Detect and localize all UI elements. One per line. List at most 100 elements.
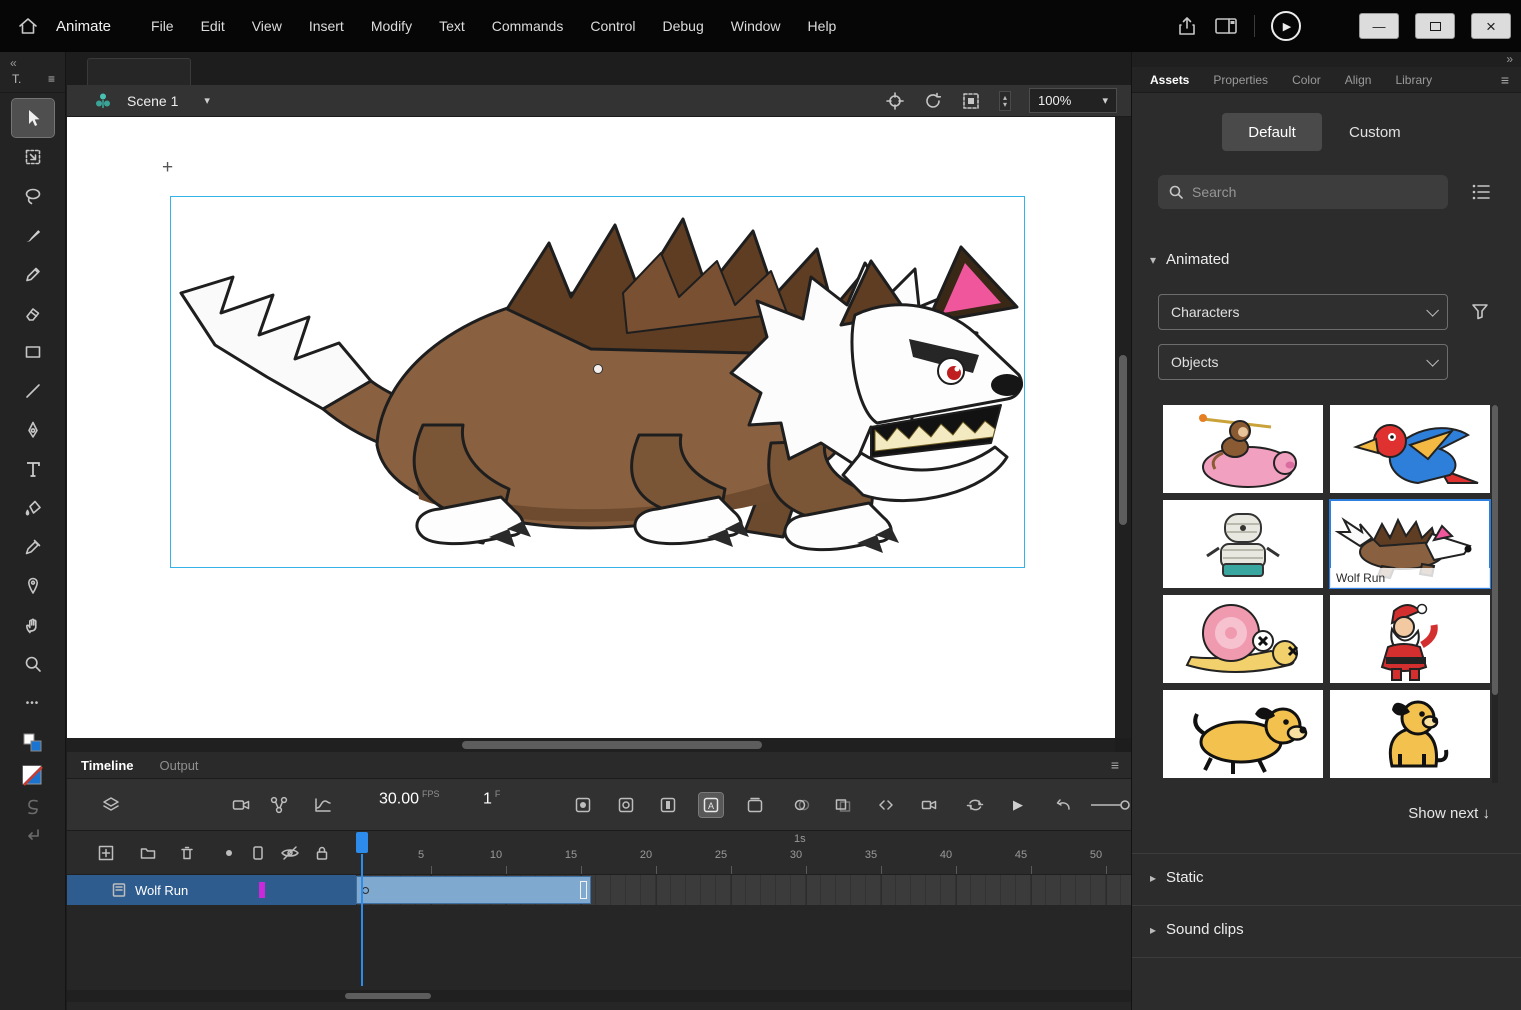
onion-skin-button[interactable] bbox=[790, 793, 814, 817]
add-camera-button[interactable] bbox=[229, 793, 253, 817]
lock-layers-button[interactable] bbox=[310, 841, 334, 865]
timeline-zoom-slider[interactable] bbox=[1089, 793, 1131, 817]
menu-edit[interactable]: Edit bbox=[201, 18, 225, 34]
asset-thumbnail-snail[interactable] bbox=[1163, 595, 1323, 683]
selection-bounds[interactable] bbox=[170, 196, 1025, 568]
sound-section-header[interactable]: ▸ Sound clips bbox=[1150, 921, 1244, 938]
menu-file[interactable]: File bbox=[151, 18, 174, 34]
new-layer-button[interactable] bbox=[94, 841, 118, 865]
insert-frame-button[interactable] bbox=[656, 793, 680, 817]
highlight-layers-button[interactable] bbox=[217, 841, 241, 865]
tool-rectangle[interactable] bbox=[12, 333, 54, 371]
zoom-stepper[interactable]: ▴ ▾ bbox=[998, 90, 1011, 111]
asset-thumbnail-dog-sit[interactable] bbox=[1330, 690, 1490, 778]
tab-output[interactable]: Output bbox=[160, 758, 199, 773]
layer-parenting-button[interactable] bbox=[267, 793, 291, 817]
show-next-button[interactable]: Show next ↓ bbox=[1292, 805, 1490, 822]
camera-frame-button[interactable] bbox=[917, 793, 941, 817]
zoom-select[interactable]: 100% ▾ bbox=[1029, 88, 1117, 113]
insert-keyframe-button[interactable] bbox=[571, 793, 595, 817]
menu-window[interactable]: Window bbox=[731, 18, 781, 34]
tool-free-transform[interactable] bbox=[12, 138, 54, 176]
layer-name-cell[interactable]: Wolf Run bbox=[67, 875, 356, 905]
tool-pen[interactable] bbox=[12, 411, 54, 449]
tool-asset-warp[interactable] bbox=[12, 567, 54, 605]
menu-modify[interactable]: Modify bbox=[371, 18, 412, 34]
tool-eraser[interactable] bbox=[12, 294, 54, 332]
rotate-view-icon[interactable] bbox=[923, 91, 943, 111]
frame-span[interactable] bbox=[356, 876, 591, 904]
collapse-panel-icon[interactable]: » bbox=[1506, 52, 1513, 66]
assets-scroll-thumb[interactable] bbox=[1492, 405, 1498, 695]
step-back-button[interactable] bbox=[1051, 793, 1075, 817]
loop-button[interactable] bbox=[963, 793, 987, 817]
horizontal-scroll-thumb[interactable] bbox=[462, 741, 762, 749]
asset-thumbnail-parrot[interactable] bbox=[1330, 405, 1490, 493]
tool-more[interactable]: ••• bbox=[12, 684, 54, 722]
clip-content-icon[interactable] bbox=[961, 91, 981, 111]
tool-lasso[interactable] bbox=[12, 177, 54, 215]
maximize-button[interactable] bbox=[1415, 13, 1455, 39]
asset-search[interactable] bbox=[1158, 175, 1448, 209]
vertical-scroll-thumb[interactable] bbox=[1119, 355, 1127, 525]
tool-fluid-brush[interactable] bbox=[12, 216, 54, 254]
tab-align[interactable]: Align bbox=[1345, 73, 1372, 87]
tools-panel-menu-icon[interactable]: ≡ bbox=[48, 72, 55, 86]
scene-dropdown-icon[interactable]: ▾ bbox=[204, 94, 210, 107]
share-icon[interactable] bbox=[1176, 15, 1198, 37]
transform-point[interactable] bbox=[593, 364, 603, 374]
delete-frames-button[interactable] bbox=[743, 793, 767, 817]
tab-assets[interactable]: Assets bbox=[1150, 73, 1189, 87]
tool-paint-bucket[interactable] bbox=[12, 489, 54, 527]
asset-thumbnail-wolf-run[interactable]: Wolf Run bbox=[1329, 499, 1491, 589]
collapse-tools-icon[interactable]: « bbox=[10, 56, 17, 70]
timeline-play-button[interactable]: ▶ bbox=[1006, 793, 1030, 817]
tool-selection[interactable] bbox=[10, 98, 55, 138]
return-widget[interactable] bbox=[12, 826, 54, 844]
tab-color[interactable]: Color bbox=[1292, 73, 1321, 87]
color-swatches-widget[interactable] bbox=[12, 764, 54, 788]
onion-skin-outlines-button[interactable] bbox=[831, 793, 855, 817]
playhead-line[interactable] bbox=[361, 854, 363, 986]
menu-help[interactable]: Help bbox=[808, 18, 837, 34]
tool-text[interactable] bbox=[12, 450, 54, 488]
delete-layer-button[interactable] bbox=[175, 841, 199, 865]
stage-horizontal-scrollbar[interactable] bbox=[67, 738, 1115, 752]
layer-depth-button[interactable] bbox=[311, 793, 335, 817]
playhead-handle[interactable] bbox=[356, 832, 368, 853]
tool-hand[interactable] bbox=[12, 606, 54, 644]
tab-library[interactable]: Library bbox=[1395, 73, 1432, 87]
keyframe-dot[interactable] bbox=[362, 887, 369, 894]
asset-thumbnail-santa[interactable] bbox=[1330, 595, 1490, 683]
stage-vertical-scrollbar[interactable] bbox=[1115, 117, 1131, 738]
tool-zoom[interactable] bbox=[12, 645, 54, 683]
hide-layers-button[interactable] bbox=[278, 841, 302, 865]
menu-view[interactable]: View bbox=[252, 18, 282, 34]
tab-properties[interactable]: Properties bbox=[1213, 73, 1268, 87]
tool-classic-brush[interactable] bbox=[12, 255, 54, 293]
timeline-horizontal-scrollbar[interactable] bbox=[67, 990, 1131, 1002]
menu-text[interactable]: Text bbox=[439, 18, 465, 34]
default-view-button[interactable]: Default bbox=[1222, 113, 1322, 151]
stage[interactable]: + bbox=[67, 117, 1115, 738]
current-frame[interactable]: 1F bbox=[483, 789, 500, 808]
tool-line[interactable] bbox=[12, 372, 54, 410]
animated-section-header[interactable]: ▾ Animated bbox=[1150, 251, 1229, 268]
filter-button[interactable] bbox=[1470, 301, 1490, 321]
edit-multiple-frames-button[interactable] bbox=[874, 793, 898, 817]
assets-scrollbar[interactable] bbox=[1492, 405, 1498, 783]
static-section-header[interactable]: ▸ Static bbox=[1150, 869, 1204, 886]
list-view-toggle[interactable] bbox=[1470, 181, 1492, 203]
panel-menu-icon[interactable]: ≡ bbox=[1501, 72, 1509, 88]
insert-blank-keyframe-button[interactable] bbox=[614, 793, 638, 817]
layer-row[interactable]: Wolf Run bbox=[67, 875, 1131, 905]
characters-dropdown[interactable]: Characters bbox=[1158, 294, 1448, 330]
center-stage-icon[interactable] bbox=[885, 91, 905, 111]
document-tab[interactable] bbox=[87, 58, 191, 85]
minimize-button[interactable]: — bbox=[1359, 13, 1399, 39]
menu-commands[interactable]: Commands bbox=[492, 18, 564, 34]
tab-timeline[interactable]: Timeline bbox=[81, 758, 134, 773]
span-end-marker[interactable] bbox=[580, 881, 587, 899]
new-folder-button[interactable] bbox=[136, 841, 160, 865]
objects-dropdown[interactable]: Objects bbox=[1158, 344, 1448, 380]
